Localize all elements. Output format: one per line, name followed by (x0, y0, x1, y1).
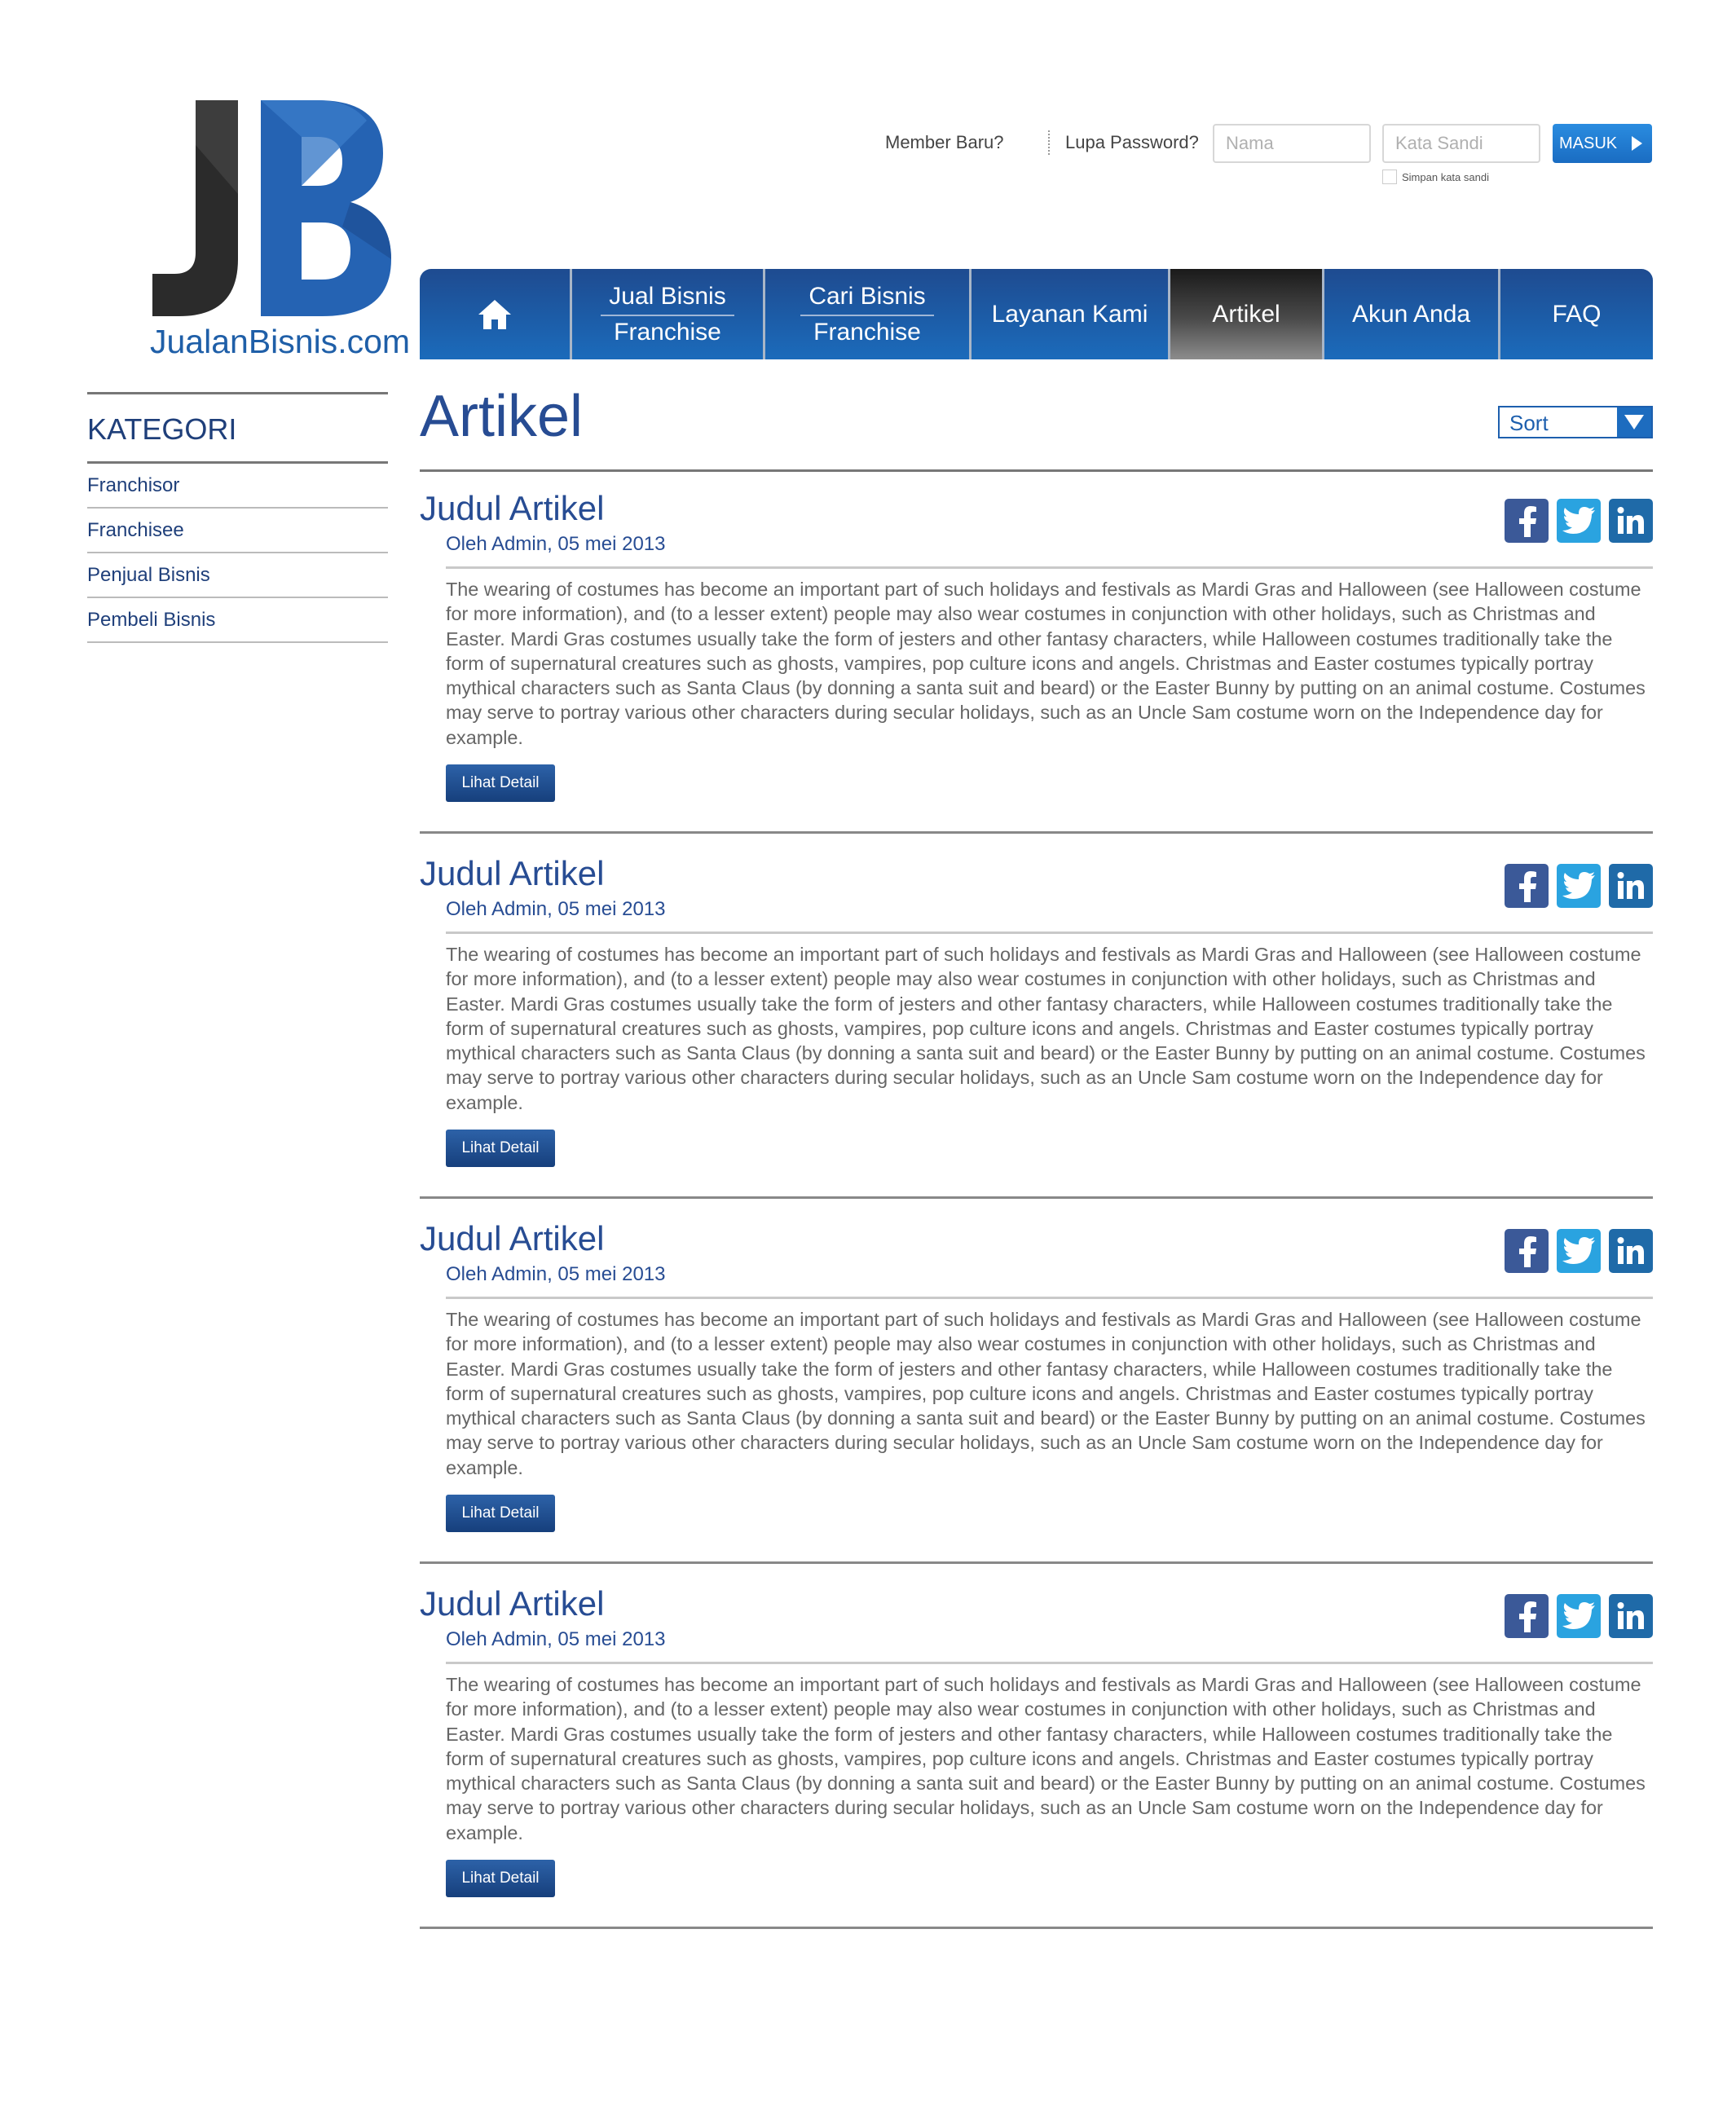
nav-jual-bisnis[interactable]: Jual Bisnis Franchise (572, 269, 765, 359)
view-detail-button[interactable]: Lihat Detail (446, 1130, 555, 1167)
facebook-icon[interactable] (1505, 499, 1549, 543)
sidebar-item-pembeli-bisnis[interactable]: Pembeli Bisnis (87, 598, 388, 643)
facebook-icon[interactable] (1505, 864, 1549, 908)
home-icon (478, 299, 511, 329)
article-list: Judul Artikel Oleh Admin, 05 mei 2013 Th… (420, 489, 1653, 1949)
nav-faq[interactable]: FAQ (1500, 269, 1653, 359)
main-nav: Jual Bisnis Franchise Cari Bisnis Franchis… (420, 269, 1653, 359)
article-title[interactable]: Judul Artikel (420, 489, 604, 528)
article-excerpt: The wearing of costumes has become an im… (446, 944, 1646, 1113)
article-meta: Oleh Admin, 05 mei 2013 (446, 1628, 666, 1650)
site-logo[interactable]: JualanBisnis.com (147, 96, 410, 365)
divider (420, 1927, 1653, 1929)
twitter-icon[interactable] (1557, 499, 1601, 543)
article-excerpt: The wearing of costumes has become an im… (446, 1674, 1646, 1843)
article-card: Judul Artikel Oleh Admin, 05 mei 2013 Th… (420, 489, 1653, 854)
remember-password[interactable]: Simpan kata sandi (1382, 170, 1489, 184)
divider (420, 469, 1653, 472)
article-meta: Oleh Admin, 05 mei 2013 (446, 898, 666, 920)
share-buttons (1505, 1229, 1653, 1273)
facebook-icon[interactable] (1505, 1229, 1549, 1273)
chevron-down-icon[interactable] (1617, 407, 1651, 437)
page-title: Artikel (420, 384, 584, 449)
twitter-icon[interactable] (1557, 1229, 1601, 1273)
view-detail-button[interactable]: Lihat Detail (446, 1860, 555, 1897)
nav-akun-anda[interactable]: Akun Anda (1324, 269, 1500, 359)
sidebar-item-penjual-bisnis[interactable]: Penjual Bisnis (87, 553, 388, 598)
article-excerpt: The wearing of costumes has become an im… (446, 1309, 1646, 1478)
nav-layanan-kami[interactable]: Layanan Kami (972, 269, 1170, 359)
article-card: Judul Artikel Oleh Admin, 05 mei 2013 Th… (420, 854, 1653, 1219)
article-meta: Oleh Admin, 05 mei 2013 (446, 1263, 666, 1285)
article-card: Judul Artikel Oleh Admin, 05 mei 2013 Th… (420, 1584, 1653, 1949)
password-input[interactable] (1382, 124, 1540, 163)
sidebar-item-franchisor[interactable]: Franchisor (87, 464, 388, 509)
view-detail-button[interactable]: Lihat Detail (446, 764, 555, 802)
divider (420, 1196, 1653, 1199)
linkedin-icon[interactable] (1609, 499, 1653, 543)
remember-checkbox[interactable] (1382, 170, 1397, 184)
divider (420, 1561, 1653, 1564)
divider (446, 1662, 1653, 1664)
sort-dropdown[interactable]: Sort (1498, 406, 1653, 438)
share-buttons (1505, 1594, 1653, 1638)
login-button-label: MASUK (1559, 134, 1618, 152)
divider (446, 1297, 1653, 1299)
new-member-link[interactable]: Member Baru? (885, 132, 1004, 153)
logo-wordmark: JualanBisnis.com (150, 323, 411, 360)
sidebar-title: KATEGORI (87, 412, 237, 446)
share-buttons (1505, 864, 1653, 908)
twitter-icon[interactable] (1557, 864, 1601, 908)
article-card: Judul Artikel Oleh Admin, 05 mei 2013 Th… (420, 1219, 1653, 1584)
facebook-icon[interactable] (1505, 1594, 1549, 1638)
twitter-icon[interactable] (1557, 1594, 1601, 1638)
linkedin-icon[interactable] (1609, 1229, 1653, 1273)
username-input[interactable] (1213, 124, 1371, 163)
jb-logo-mark (152, 100, 391, 316)
category-sidebar: KATEGORI Franchisor Franchisee Penjual B… (87, 392, 388, 643)
play-arrow-icon (1632, 136, 1642, 151)
divider (446, 931, 1653, 934)
login-button[interactable]: MASUK (1553, 124, 1652, 163)
article-title[interactable]: Judul Artikel (420, 1584, 604, 1623)
forgot-password-link[interactable]: Lupa Password? (1065, 132, 1199, 153)
article-title[interactable]: Judul Artikel (420, 854, 604, 893)
sidebar-item-franchisee[interactable]: Franchisee (87, 509, 388, 553)
view-detail-button[interactable]: Lihat Detail (446, 1495, 555, 1532)
article-meta: Oleh Admin, 05 mei 2013 (446, 533, 666, 555)
remember-label: Simpan kata sandi (1402, 170, 1489, 183)
login-separator (1048, 130, 1050, 155)
linkedin-icon[interactable] (1609, 1594, 1653, 1638)
login-bar: Member Baru? Lupa Password? MASUK Simpan… (815, 124, 1653, 197)
sort-label: Sort (1509, 411, 1549, 435)
article-title[interactable]: Judul Artikel (420, 1219, 604, 1258)
nav-cari-bisnis[interactable]: Cari Bisnis Franchise (765, 269, 972, 359)
linkedin-icon[interactable] (1609, 864, 1653, 908)
divider (446, 566, 1653, 569)
article-excerpt: The wearing of costumes has become an im… (446, 579, 1646, 748)
nav-artikel[interactable]: Artikel (1170, 269, 1324, 359)
share-buttons (1505, 499, 1653, 543)
divider (420, 831, 1653, 834)
nav-home[interactable] (420, 269, 572, 359)
